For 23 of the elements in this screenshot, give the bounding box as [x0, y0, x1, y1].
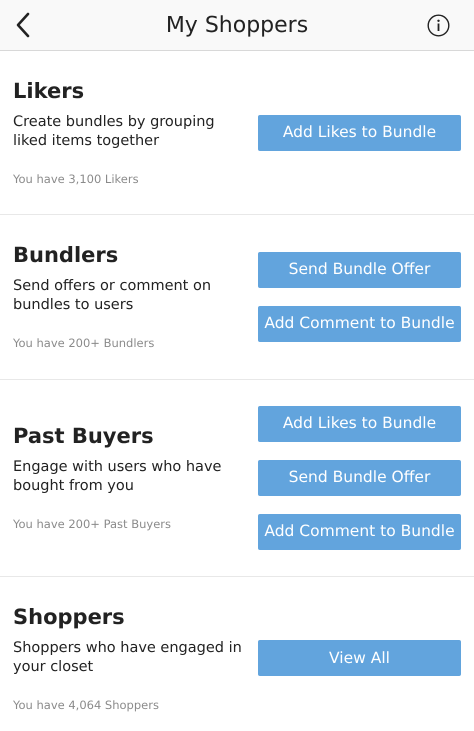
section-count: You have 4,064 Shoppers: [13, 696, 160, 714]
section-title: Bundlers: [13, 242, 120, 270]
action-button[interactable]: Add Comment to Bundle: [258, 306, 461, 342]
info-icon: [427, 14, 450, 37]
section-title: Likers: [13, 78, 86, 105]
section-description: Send offers or comment on bundles to users: [13, 277, 212, 316]
action-button[interactable]: Send Bundle Offer: [258, 252, 461, 288]
section-title: Shoppers: [13, 604, 126, 630]
section-count: You have 3,100 Likers: [13, 171, 140, 188]
section-count: You have 200+ Past Buyers: [13, 516, 172, 533]
section-title: Past Buyers: [13, 422, 155, 450]
info-button[interactable]: [427, 14, 450, 37]
section-description: Shoppers who have engaged in your closet: [13, 638, 243, 676]
action-button[interactable]: View All: [258, 640, 461, 676]
action-button[interactable]: Send Bundle Offer: [258, 460, 461, 496]
section-count: You have 200+ Bundlers: [13, 335, 156, 352]
back-icon: [15, 12, 31, 38]
action-button[interactable]: Add Likes to Bundle: [258, 114, 461, 151]
section-description: Create bundles by grouping liked items together: [13, 113, 216, 151]
action-button[interactable]: Add Likes to Bundle: [258, 406, 461, 442]
section-description: Engage with users who have bought from you: [13, 458, 222, 496]
action-button[interactable]: Add Comment to Bundle: [258, 514, 461, 550]
page-title: My Shoppers: [166, 12, 308, 40]
